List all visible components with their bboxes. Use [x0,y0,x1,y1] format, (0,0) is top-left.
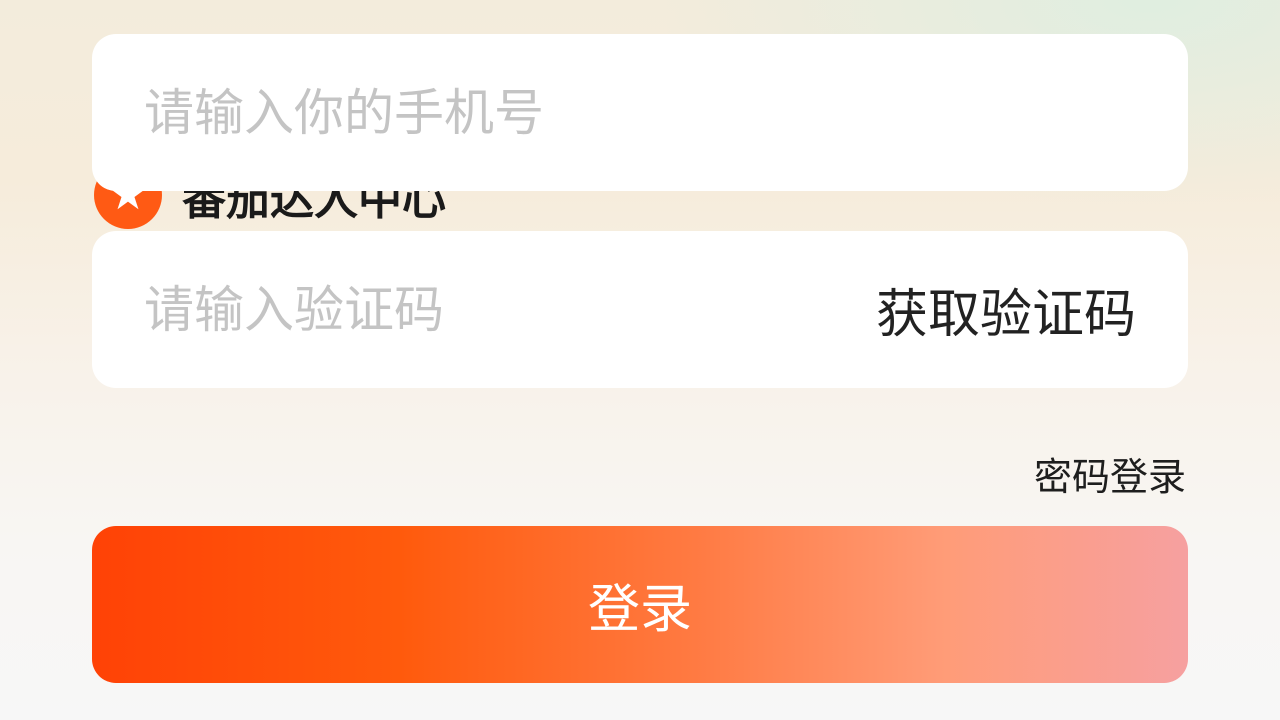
get-code-button[interactable]: 获取验证码 [876,272,1136,347]
password-login-link[interactable]: 密码登录 [1034,446,1186,501]
login-button[interactable]: 登录 [92,526,1188,683]
phone-field[interactable] [92,34,1188,191]
verification-code-field[interactable]: 获取验证码 [92,231,1188,388]
phone-input[interactable] [144,83,1136,142]
verification-code-input[interactable] [144,280,876,339]
